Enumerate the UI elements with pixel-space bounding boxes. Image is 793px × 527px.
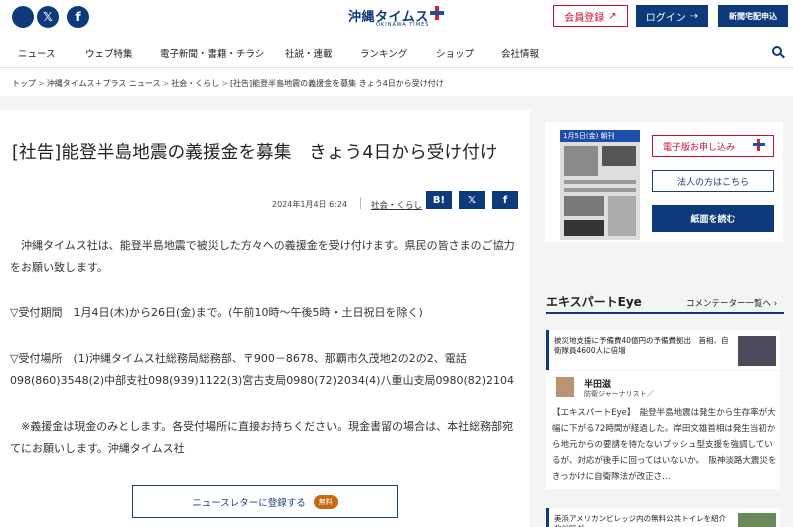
article-title: [社告]能登半島地震の義援金を募集 きょう4日から受け付け — [12, 143, 498, 163]
breadcrumb: トップ > 沖縄タイムス＋プラス ニュース > 社会・くらし > [社告]能登半島地震の義援… — [12, 79, 444, 88]
expert-role: 防衛ジャーナリスト／ — [584, 390, 654, 398]
expert-news-card[interactable]: 美浜アメリカンビレッジ内の無料公共トイレを紹介 北谷町が — [546, 508, 780, 527]
epaper-subscribe-button[interactable]: 電子版お申し込み — [652, 135, 774, 157]
card-headline: 被災地支援に予備費40億円の予備費拠出 首相、自衛隊員4600人に倍増 — [554, 336, 729, 355]
nav-item-shop[interactable]: ショップ — [436, 46, 474, 60]
expert-comment: 【エキスパートEye】 能登半島地震は発生から生存率が大幅に下がる72時間が経過… — [552, 408, 777, 482]
facebook-share-button[interactable]: f — [492, 191, 518, 209]
news-thumbnail — [738, 513, 776, 527]
x-social-icon[interactable]: 𝕏 — [37, 6, 59, 28]
plus-icon — [753, 139, 765, 151]
news-thumbnail — [738, 336, 776, 366]
newsletter-register-button[interactable]: ニュースレターに登録する 無料 — [132, 485, 398, 518]
site-header: 𝕏 f 沖縄タイムス OKINAWA TIMES 会員登録 ↗ ログイン ⇢ 新聞宅… — [0, 0, 793, 38]
plus-icon — [430, 6, 444, 20]
newsletter-label: ニュースレターに登録する — [192, 497, 306, 509]
nav-item-company[interactable]: 会社情報 — [501, 46, 539, 60]
corporate-button[interactable]: 法人の方はこちら — [652, 170, 774, 192]
facebook-social-icon[interactable]: f — [67, 6, 89, 28]
article-paragraph: ▽受付場所 (1)沖縄タイムス社総務局総務部、〒900－8678、那覇市久茂地2… — [10, 352, 515, 387]
register-button[interactable]: 会員登録 ↗ — [553, 5, 628, 27]
article-category-link[interactable]: 社会・くらし — [371, 199, 422, 211]
x-share-button[interactable]: 𝕏 — [459, 191, 485, 209]
avatar — [556, 377, 574, 397]
expert-eye-heading: エキスパートEye — [546, 295, 642, 309]
nav-item-epaper[interactable]: 電子新聞・書籍・チラシ — [160, 46, 264, 60]
article-date: 2024年1月4日 6:24 — [272, 200, 348, 209]
chevron-right-icon: › — [771, 299, 778, 309]
nav-item-news[interactable]: ニュース — [18, 46, 56, 60]
newspaper-thumbnail[interactable]: 1月5日(金) 朝刊 — [560, 130, 640, 240]
article-paragraph: 沖縄タイムス社は、能登半島地震で被災した方々への義援金を受け付けます。県民の皆さ… — [10, 239, 515, 274]
nav-item-features[interactable]: ウェブ特集 — [85, 46, 133, 60]
arrow-icon: ↗ — [608, 10, 617, 22]
login-button[interactable]: ログイン ⇢ — [636, 5, 708, 27]
divider — [360, 197, 361, 209]
free-badge: 無料 — [313, 494, 338, 509]
main-nav: ニュース ウェブ特集 電子新聞・書籍・チラシ 社説・連載 ランキング ショップ … — [0, 38, 793, 68]
expert-news-card[interactable]: 被災地支援に予備費40億円の予備費拠出 首相、自衛隊員4600人に倍増 — [546, 330, 780, 370]
article-paragraph: ▽受付期間 1月4日(木)から26日(金)まで。(午前10時～午後5時・土日祝日… — [10, 306, 423, 319]
logo-subtext: OKINAWA TIMES — [376, 22, 430, 28]
nav-item-ranking[interactable]: ランキング — [360, 46, 407, 60]
section-divider — [546, 312, 784, 314]
paper-date: 1月5日(金) 朝刊 — [560, 130, 640, 142]
facebook-share-icon[interactable] — [12, 6, 34, 28]
site-logo[interactable]: 沖縄タイムス OKINAWA TIMES — [348, 6, 452, 32]
breadcrumb-current: [社告]能登半島地震の義援金を募集 きょう4日から受け付け — [229, 79, 444, 88]
card-headline: 美浜アメリカンビレッジ内の無料公共トイレを紹介 北谷町が — [554, 514, 734, 527]
breadcrumb-category[interactable]: 社会・くらし — [171, 79, 219, 88]
commentator-list-link[interactable]: コメンテーター一覧へ › — [686, 297, 777, 309]
read-paper-button[interactable]: 紙面を読む — [652, 205, 774, 232]
login-arrow-icon: ⇢ — [689, 10, 699, 22]
nav-item-editorials[interactable]: 社説・連載 — [285, 46, 333, 60]
delivery-subscribe-button[interactable]: 新聞宅配申込 — [718, 5, 788, 27]
search-icon[interactable] — [772, 46, 786, 60]
breadcrumb-news[interactable]: 沖縄タイムス＋プラス ニュース — [47, 79, 161, 88]
breadcrumb-top[interactable]: トップ — [12, 79, 36, 88]
hatena-bookmark-button[interactable]: B! — [426, 191, 452, 209]
article-paragraph: ※義援金は現金のみとします。各受付場所に直接お持ちください。現金書留の場合は、本… — [10, 420, 514, 455]
